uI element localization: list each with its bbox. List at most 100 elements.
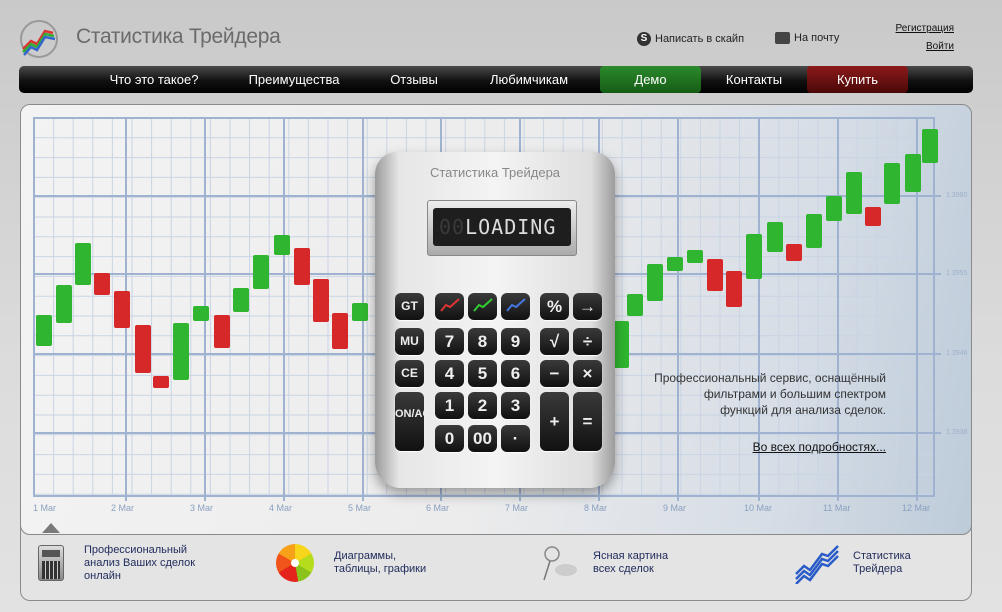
key-1[interactable]: 1 bbox=[435, 392, 464, 419]
trend-green-icon[interactable] bbox=[468, 293, 497, 320]
divide-key[interactable]: ÷ bbox=[573, 328, 602, 355]
mail-label: На почту bbox=[794, 32, 840, 44]
nav-reviews[interactable]: Отзывы bbox=[374, 66, 454, 93]
key-8[interactable]: 8 bbox=[468, 328, 497, 355]
mail-icon bbox=[775, 32, 790, 44]
candle-up bbox=[274, 235, 290, 255]
calculator-icon bbox=[38, 545, 64, 581]
candle-down bbox=[313, 279, 329, 322]
mu-key[interactable]: MU bbox=[395, 328, 424, 355]
candle-up bbox=[627, 294, 643, 316]
candle-up bbox=[56, 285, 72, 323]
candle-up bbox=[667, 257, 683, 271]
nav-what-is-it[interactable]: Что это такое? bbox=[99, 66, 209, 93]
key-00[interactable]: 00 bbox=[468, 425, 497, 452]
description-line: фильтрами и большим спектром bbox=[703, 387, 886, 401]
mail-link[interactable]: На почту bbox=[775, 32, 839, 44]
candle-up bbox=[647, 264, 663, 301]
candle-up bbox=[36, 315, 52, 346]
y-label: 1.3980 bbox=[946, 192, 968, 199]
percent-key[interactable]: % bbox=[540, 293, 569, 320]
candle-up bbox=[767, 222, 783, 252]
plus-key[interactable]: + bbox=[540, 392, 569, 451]
nav-advantages[interactable]: Преимущества bbox=[239, 66, 349, 93]
key-6[interactable]: 6 bbox=[501, 360, 530, 387]
pie-chart-icon bbox=[276, 544, 314, 582]
gt-key[interactable]: GT bbox=[395, 293, 424, 320]
sqrt-key[interactable]: √ bbox=[540, 328, 569, 355]
candle-up bbox=[253, 255, 269, 289]
main-nav: Что это такое? Преимущества Отзывы Любим… bbox=[19, 66, 973, 93]
x-label: 12 Mar bbox=[902, 503, 931, 513]
key-0[interactable]: 0 bbox=[435, 425, 464, 452]
ce-key[interactable]: CE bbox=[395, 360, 424, 387]
candle-up bbox=[806, 214, 822, 248]
candle-down bbox=[726, 271, 742, 307]
y-label: 1.3938 bbox=[946, 429, 968, 436]
register-link[interactable]: Регистрация bbox=[896, 23, 954, 34]
logo-icon[interactable] bbox=[19, 19, 59, 59]
feature-analysis[interactable]: Профессиональный анализ Ваших сделок онлай… bbox=[84, 544, 195, 583]
display-text: LOADING bbox=[465, 215, 557, 239]
x-label: 3 Mar bbox=[190, 503, 214, 513]
nav-contacts[interactable]: Контакты bbox=[709, 66, 799, 93]
candle-up bbox=[193, 306, 209, 321]
candle-down bbox=[294, 248, 310, 285]
active-pointer bbox=[42, 523, 60, 533]
candle-down bbox=[153, 376, 169, 388]
x-label: 8 Mar bbox=[584, 503, 608, 513]
key-5[interactable]: 5 bbox=[468, 360, 497, 387]
x-label: 2 Mar bbox=[111, 503, 135, 513]
hero-description: Профессиональный сервис, оснащённый филь… bbox=[654, 370, 886, 418]
key-2[interactable]: 2 bbox=[468, 392, 497, 419]
calculator-image: Статистика Трейдера 00LOADING GT% → MU 7 8 9 √… bbox=[375, 152, 615, 488]
candle-down bbox=[707, 259, 723, 291]
logo-text[interactable]: Статистика Трейдера bbox=[76, 25, 281, 49]
feature-charts[interactable]: Диаграммы, таблицы, графики bbox=[334, 550, 426, 576]
candle-up bbox=[613, 321, 629, 368]
equals-key[interactable]: = bbox=[573, 392, 602, 451]
candle-up bbox=[826, 196, 842, 221]
more-details-link[interactable]: Во всех подробностях... bbox=[753, 440, 886, 454]
nav-favorites[interactable]: Любимчикам bbox=[479, 66, 579, 93]
candle-down bbox=[94, 273, 110, 295]
skype-icon: S bbox=[637, 32, 651, 46]
key-9[interactable]: 9 bbox=[501, 328, 530, 355]
candle-down bbox=[114, 291, 130, 328]
multiply-key[interactable]: × bbox=[573, 360, 602, 387]
candle-up bbox=[75, 243, 91, 285]
on-ac-key[interactable]: ON/AC bbox=[395, 392, 430, 451]
candle-down bbox=[786, 244, 802, 261]
calculator-brand: Статистика Трейдера bbox=[429, 165, 561, 180]
x-label: 4 Mar bbox=[269, 503, 293, 513]
candle-up bbox=[884, 163, 900, 204]
x-label: 11 Mar bbox=[823, 503, 851, 513]
candle-down bbox=[332, 313, 348, 349]
x-label: 5 Mar bbox=[348, 503, 372, 513]
skype-link[interactable]: S Написать в скайп bbox=[637, 32, 744, 46]
x-label: 7 Mar bbox=[505, 503, 529, 513]
trend-red-icon[interactable] bbox=[435, 293, 464, 320]
feature-clear-picture[interactable]: Ясная картина всех сделок bbox=[593, 550, 668, 576]
nav-buy[interactable]: Купить bbox=[807, 66, 908, 93]
decimal-key[interactable]: · bbox=[501, 425, 530, 452]
candle-up bbox=[352, 303, 368, 321]
candle-up bbox=[905, 154, 921, 192]
arrow-key[interactable]: → bbox=[573, 293, 602, 320]
x-label: 10 Mar bbox=[744, 503, 773, 513]
candle-up bbox=[233, 288, 249, 312]
trader-logo-icon bbox=[794, 544, 840, 589]
key-7[interactable]: 7 bbox=[435, 328, 464, 355]
key-3[interactable]: 3 bbox=[501, 392, 530, 419]
key-4[interactable]: 4 bbox=[435, 360, 464, 387]
x-label: 9 Mar bbox=[663, 503, 687, 513]
calculator-display: 00LOADING bbox=[433, 208, 571, 246]
trend-blue-icon[interactable] bbox=[501, 293, 530, 320]
feature-trader-stats[interactable]: Статистика Трейдера bbox=[853, 550, 911, 576]
candle-up bbox=[746, 234, 762, 279]
nav-demo[interactable]: Демо bbox=[600, 66, 701, 93]
magnifier-icon bbox=[540, 544, 580, 589]
login-link[interactable]: Войти bbox=[926, 41, 954, 52]
minus-key[interactable]: − bbox=[540, 360, 569, 387]
y-label: 1.3955 bbox=[946, 270, 968, 277]
